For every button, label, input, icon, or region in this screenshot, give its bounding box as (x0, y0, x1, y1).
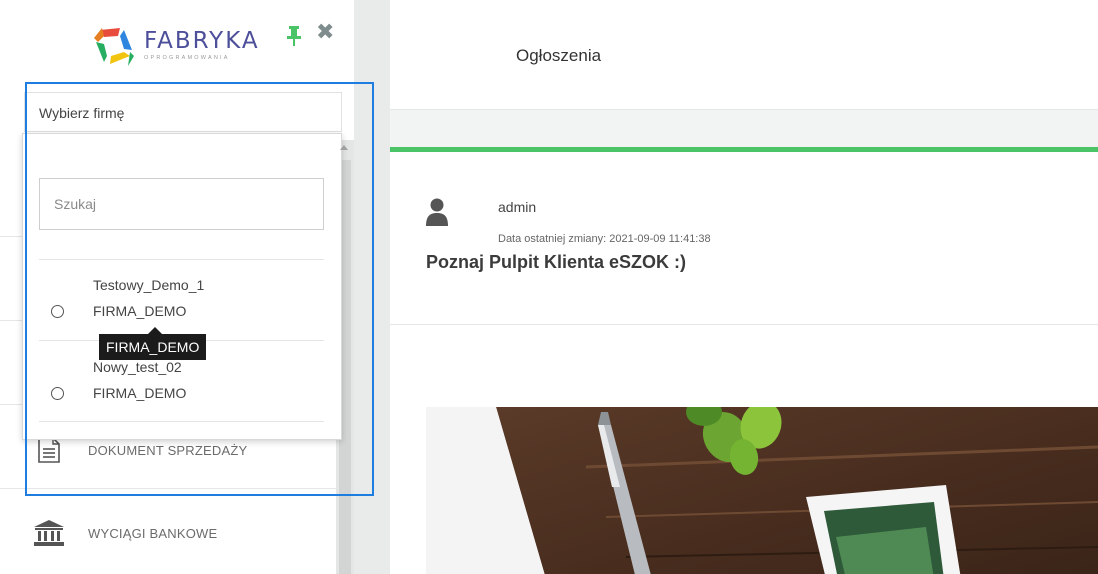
radio-button[interactable] (51, 387, 64, 400)
header: Ogłoszenia (390, 0, 1098, 110)
bank-icon (34, 518, 64, 548)
search-input[interactable] (39, 178, 324, 230)
company-option-firm: FIRMA_DEMO (93, 385, 187, 401)
menu-divider (0, 488, 336, 489)
logo-mark-icon (90, 22, 138, 70)
post-title[interactable]: Poznaj Pulpit Klienta eSZOK :) (426, 252, 686, 273)
tooltip-arrow (148, 327, 162, 334)
logo-name: FABRYKA (144, 28, 260, 54)
dropdown-divider (39, 421, 324, 422)
page-title: Ogłoszenia (516, 46, 602, 65)
radio-button[interactable] (51, 305, 64, 318)
logo[interactable]: FABRYKA OPROGRAMOWANIA (90, 22, 280, 72)
tooltip: FIRMA_DEMO (99, 334, 207, 360)
menu-item-wyciagi-bankowe[interactable]: WYCIĄGI BANKOWE (0, 503, 336, 563)
announcement-card: admin Data ostatniej zmiany: 2021-09-09 … (390, 147, 1098, 574)
post-modified-date: Data ostatniej zmiany: 2021-09-09 11:41:… (498, 233, 711, 245)
pin-icon[interactable] (286, 26, 302, 46)
card-divider (390, 324, 1098, 325)
company-dropdown: Testowy_Demo_1 FIRMA_DEMO Nowy_test_02 F… (22, 133, 342, 440)
post-image (426, 407, 1098, 574)
company-option-name: Nowy_test_02 (93, 359, 182, 375)
company-option[interactable]: Nowy_test_02 FIRMA_DEMO (39, 352, 324, 416)
menu-item-label: DOKUMENT SPRZEDAŻY (88, 442, 248, 458)
post-author: admin (498, 199, 537, 215)
company-select[interactable]: Wybierz firmę (24, 92, 342, 132)
dropdown-scroll-up-icon[interactable] (340, 145, 348, 150)
company-option-firm: FIRMA_DEMO (93, 303, 187, 319)
company-option[interactable]: Testowy_Demo_1 FIRMA_DEMO (39, 270, 324, 334)
close-icon[interactable]: ✖ (316, 22, 334, 44)
company-option-name: Testowy_Demo_1 (93, 277, 205, 293)
logo-subtitle: OPROGRAMOWANIA (144, 55, 230, 61)
user-icon (426, 197, 448, 227)
dropdown-divider (39, 259, 324, 260)
company-select-label: Wybierz firmę (39, 105, 125, 121)
sidebar-gutter (354, 0, 390, 574)
menu-item-label: WYCIĄGI BANKOWE (88, 525, 218, 541)
